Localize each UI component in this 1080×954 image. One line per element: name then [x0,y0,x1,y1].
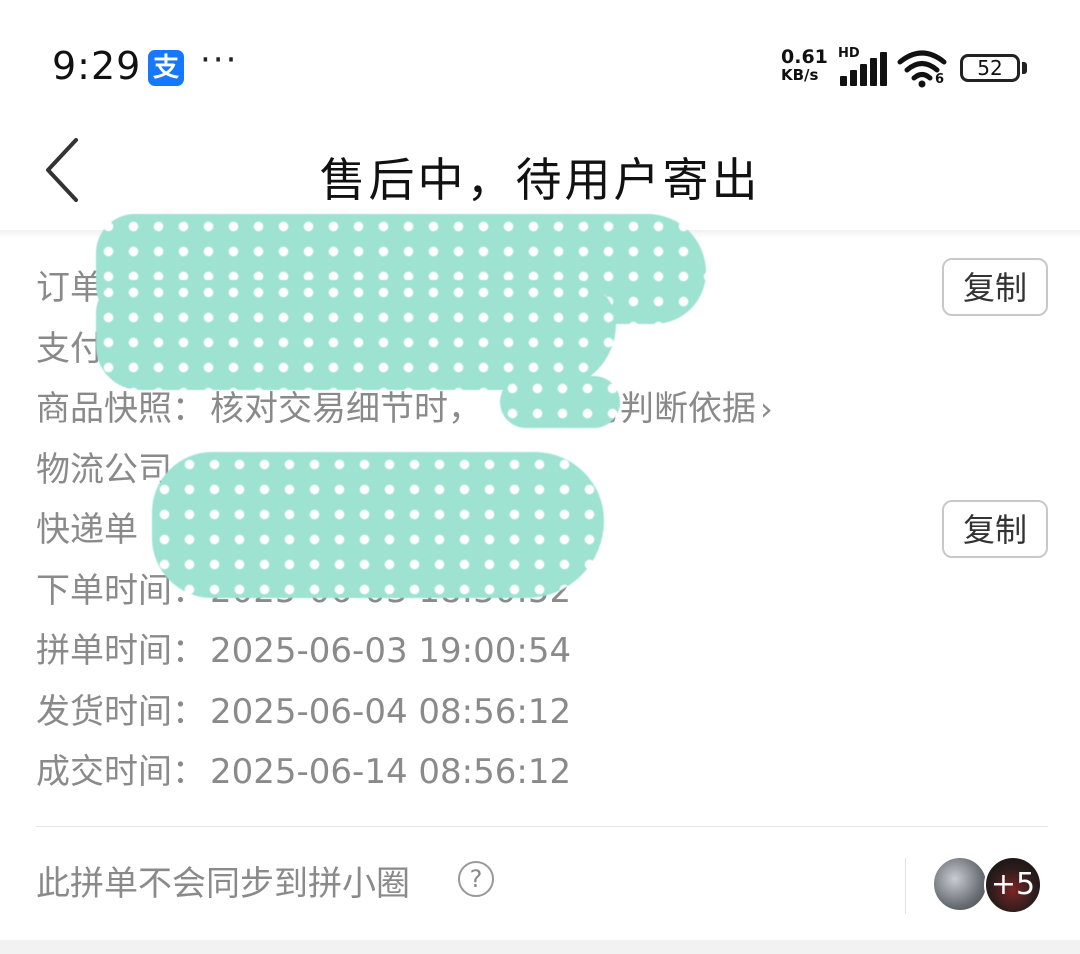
ship-time-label: 发货时间： [36,691,206,732]
deal-time-label: 成交时间： [36,752,206,792]
more-members-badge[interactable]: +5 [984,856,1042,914]
signal-icon: HD [838,46,890,86]
copy-tracking-button[interactable]: 复制 [942,500,1048,558]
section-divider [36,826,1048,827]
network-speed-value: 0.61 [781,46,828,68]
battery-tip [1022,62,1027,74]
bottom-band [0,940,1080,954]
battery-level: 52 [977,56,1003,80]
snapshot-label: 商品快照： [36,389,206,429]
group-time-row: 拼单时间： 2025-06-03 19:00:54 [36,621,1048,682]
ship-time-row: 发货时间： 2025-06-04 08:56:12 [36,682,1048,743]
redaction-overlay [152,452,604,598]
avatar[interactable] [932,856,988,912]
deal-time-row: 成交时间： 2025-06-14 08:56:12 [36,742,1048,803]
chevron-right-icon: › [760,390,773,428]
redaction-overlay [96,280,616,390]
clock: 9:29 [52,44,142,88]
payment-label: 支付 [36,328,104,369]
group-time-label: 拼单时间： [36,631,206,671]
group-time-value: 2025-06-03 19:00:54 [210,631,572,671]
help-icon[interactable]: ? [458,861,494,897]
copy-order-button[interactable]: 复制 [942,258,1048,316]
network-speed-unit: KB/s [781,66,819,84]
snapshot-value: 核对交易细节时， [210,389,482,429]
sync-notice: 此拼单不会同步到拼小圈 [36,864,410,904]
battery-icon: 52 [960,54,1020,82]
page-title: 售后中，待用户寄出 [319,153,761,207]
order-number-label: 订单 [36,268,104,308]
ship-time-value: 2025-06-04 08:56:12 [210,691,572,732]
deal-time-value: 2025-06-14 08:56:12 [210,752,572,792]
more-notifications-icon: ··· [200,40,239,80]
vertical-divider [905,858,906,914]
network-speed: 0.61 KB/s [781,46,831,85]
alipay-icon: 支 [148,50,184,86]
signal-hd-label: HD [838,46,860,61]
logistics-label: 物流公司 [36,449,172,490]
status-bar: 9:29 支 ··· 0.61 KB/s HD 6 52 [0,0,1080,120]
wifi-6-label: 6 [935,72,945,87]
tracking-label: 快递单 [36,510,138,550]
redaction-overlay [500,376,620,428]
